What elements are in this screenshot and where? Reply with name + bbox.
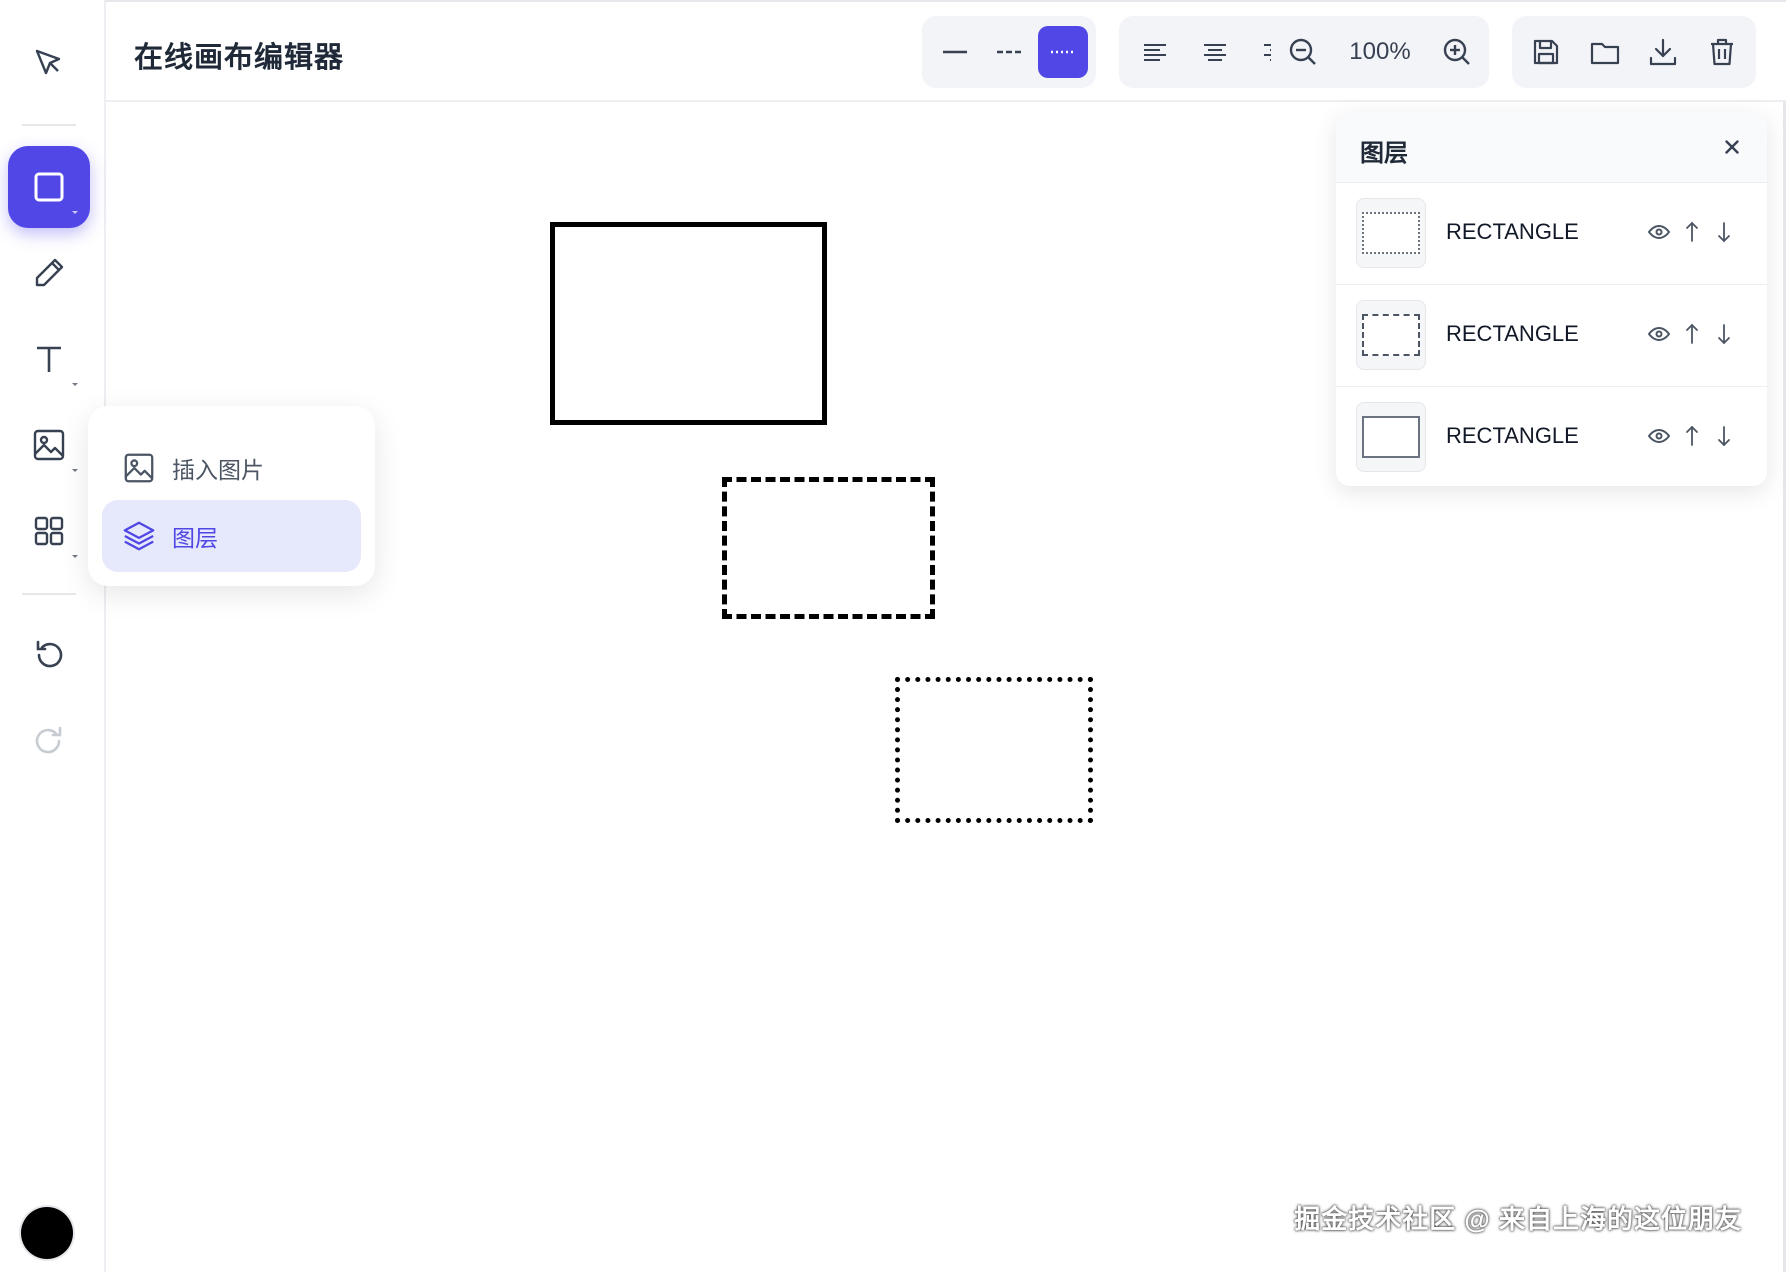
eye-icon[interactable] (1645, 421, 1673, 451)
current-color-swatch[interactable] (21, 1207, 73, 1259)
layers-panel: 图层 RECTANGLE RECTANGLE RECTANGLE (1336, 112, 1767, 486)
folder-icon (1590, 42, 1619, 65)
left-toolbar (0, 0, 106, 1272)
eye-icon[interactable] (1645, 217, 1673, 247)
canvas-rectangle-dashed[interactable] (722, 477, 935, 619)
trash-icon (1710, 38, 1733, 66)
dashed-line-icon (997, 50, 1021, 54)
zoom-out-button[interactable] (1277, 26, 1329, 78)
layers-label: 图层 (172, 525, 218, 551)
save-button[interactable] (1520, 26, 1572, 78)
image-icon (33, 429, 65, 461)
download-icon (1650, 38, 1677, 66)
redo-button[interactable] (8, 700, 90, 782)
select-tool-button[interactable] (8, 22, 90, 104)
move-down-icon[interactable] (1710, 421, 1738, 451)
zoom-in-icon (1443, 38, 1470, 65)
image-tool-button[interactable] (8, 404, 90, 486)
solid-line-button[interactable] (930, 26, 980, 78)
dotted-line-icon (1051, 50, 1075, 54)
move-down-icon[interactable] (1710, 319, 1738, 349)
layers-panel-header: 图层 (1336, 112, 1767, 183)
insert-image-menu-item[interactable]: 插入图片 (102, 432, 361, 504)
layer-row[interactable]: RECTANGLE (1336, 387, 1767, 486)
layers-icon (123, 521, 155, 551)
layers-menu-item[interactable]: 图层 (102, 500, 361, 572)
layer-name: RECTANGLE (1446, 321, 1579, 346)
move-down-icon[interactable] (1710, 217, 1738, 247)
canvas-rectangle-dotted[interactable] (895, 677, 1093, 823)
undo-button[interactable] (8, 614, 90, 696)
align-left-button[interactable] (1129, 26, 1181, 78)
eye-icon[interactable] (1645, 319, 1673, 349)
save-icon (1533, 39, 1559, 65)
text-icon (37, 346, 61, 372)
solid-line-icon (943, 50, 967, 54)
text-tool-button[interactable] (8, 318, 90, 400)
image-icon (124, 453, 154, 483)
zoom-controls: 100% (1271, 16, 1489, 88)
layer-thumbnail (1356, 198, 1426, 268)
move-up-icon[interactable] (1678, 319, 1706, 349)
cursor-arrow-icon (35, 49, 61, 75)
canvas-rectangle-solid[interactable] (550, 222, 827, 425)
rectangle-tool-button[interactable] (8, 146, 90, 228)
close-icon[interactable] (1717, 132, 1747, 162)
redo-icon (35, 726, 62, 754)
align-left-icon (1144, 44, 1166, 61)
grid-icon (34, 516, 64, 546)
file-actions-group (1512, 16, 1756, 88)
open-folder-button[interactable] (1579, 26, 1631, 78)
layer-row[interactable]: RECTANGLE (1336, 183, 1767, 285)
insert-image-label: 插入图片 (172, 457, 264, 483)
app-title: 在线画布编辑器 (134, 42, 345, 74)
layer-name: RECTANGLE (1446, 219, 1579, 244)
tool-popup-menu: 插入图片 图层 (88, 406, 375, 586)
align-center-button[interactable] (1189, 26, 1241, 78)
layers-panel-title: 图层 (1360, 140, 1408, 167)
layer-thumbnail (1356, 402, 1426, 472)
delete-button[interactable] (1696, 26, 1748, 78)
square-icon (34, 172, 64, 202)
move-up-icon[interactable] (1678, 421, 1706, 451)
pencil-tool-button[interactable] (8, 232, 90, 314)
align-center-icon (1204, 44, 1226, 61)
download-button[interactable] (1637, 26, 1689, 78)
pencil-icon (35, 258, 64, 287)
zoom-level: 100% (1349, 38, 1411, 65)
layer-row[interactable]: RECTANGLE (1336, 285, 1767, 387)
more-tools-button[interactable] (8, 490, 90, 572)
watermark: 掘金技术社区 @ 来自上海的这位朋友 (1294, 1204, 1742, 1234)
layer-thumbnail (1356, 300, 1426, 370)
zoom-in-button[interactable] (1431, 26, 1483, 78)
line-style-group (922, 16, 1096, 88)
zoom-out-icon (1289, 38, 1316, 65)
layer-name: RECTANGLE (1446, 423, 1579, 448)
dotted-line-button[interactable] (1038, 26, 1088, 78)
dashed-line-button[interactable] (984, 26, 1034, 78)
undo-icon (36, 640, 63, 668)
move-up-icon[interactable] (1678, 217, 1706, 247)
